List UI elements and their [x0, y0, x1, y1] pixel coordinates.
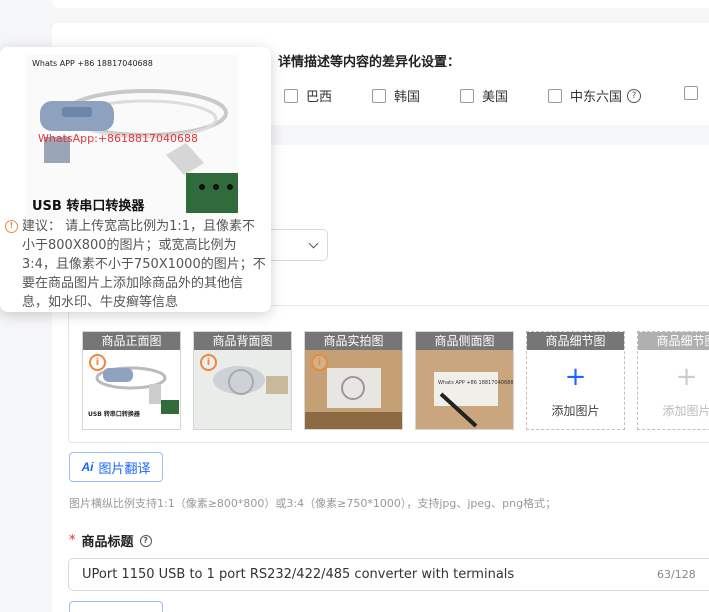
- checkbox-middle-east[interactable]: 中东六国 ?: [548, 86, 642, 105]
- slot-label: 商品细节图: [527, 332, 624, 350]
- title-action-button[interactable]: [69, 601, 163, 612]
- image-slot-side[interactable]: 商品侧面图 Whats APP +86 18817040688: [415, 331, 514, 430]
- region-settings-title: 详情描述等内容的差异化设置：: [278, 55, 461, 70]
- svg-text:USB 转串口转换器: USB 转串口转换器: [88, 410, 141, 418]
- top-card: [52, 0, 709, 8]
- image-slot-detail-add[interactable]: 商品细节图 + 添加图片: [526, 331, 625, 430]
- plus-icon: +: [675, 362, 698, 392]
- checkbox-brazil[interactable]: 巴西: [284, 86, 332, 105]
- image-preview-popover: Whats APP +86 18817040688 WhatsApp:+8618…: [0, 47, 271, 312]
- ai-icon: Ai: [81, 460, 94, 474]
- image-translate-label: 图片翻译: [98, 460, 151, 476]
- product-title-input[interactable]: UPort 1150 USB to 1 port RS232/422/485 c…: [68, 558, 709, 591]
- slot-label: 商品实拍图: [305, 332, 402, 350]
- warning-icon[interactable]: i: [89, 354, 106, 371]
- slot-label: 商品侧面图: [416, 332, 513, 350]
- checkbox-label: 巴西: [306, 90, 333, 105]
- image-caption: USB 转串口转换器: [32, 199, 145, 214]
- plus-icon: +: [564, 362, 587, 392]
- slot-label: 商品背面图: [194, 332, 291, 350]
- checkbox-label: 中东六国: [570, 90, 623, 105]
- watermark-text: Whats APP +86 18817040688: [32, 59, 153, 68]
- question-icon[interactable]: ?: [627, 88, 642, 103]
- checkbox-usa[interactable]: 美国: [460, 86, 508, 105]
- checkbox-label: 韩国: [394, 90, 421, 105]
- required-asterisk: *: [69, 533, 76, 548]
- product-title-value[interactable]: UPort 1150 USB to 1 port RS232/422/485 c…: [82, 567, 514, 582]
- warning-icon[interactable]: i: [311, 354, 328, 371]
- checkbox-box[interactable]: [284, 88, 298, 103]
- checkbox-label: 美国: [482, 90, 509, 105]
- warning-icon: !: [5, 220, 18, 233]
- popover-product-image: Whats APP +86 18817040688 WhatsApp:+8618…: [26, 55, 238, 220]
- checkbox-box[interactable]: [548, 88, 562, 103]
- slot-label: 商品正面图: [83, 332, 180, 350]
- watermark-red-text: WhatsApp:+8618817040688: [38, 132, 199, 145]
- product-title-label-text: 商品标题: [81, 535, 134, 550]
- checkbox-box[interactable]: [684, 86, 698, 100]
- add-image-text: 添加图片: [551, 404, 600, 418]
- image-format-hint: 图片横纵比例支持1:1（像素≥800*800）或3:4（像素≥750*1000）…: [69, 497, 557, 510]
- checkbox-korea[interactable]: 韩国: [372, 86, 420, 105]
- add-image-text: 添加图片: [662, 404, 709, 418]
- chevron-down-icon: [308, 238, 319, 249]
- svg-text:Whats APP +86 18817040688: Whats APP +86 18817040688: [438, 380, 514, 386]
- image-slot-real-photo[interactable]: 商品实拍图 i: [304, 331, 403, 430]
- image-slot-detail-add-disabled: 商品细节图 + 添加图片: [637, 331, 709, 430]
- image-advice-text: 建议： 请上传宽高比例为1:1，且像素不小于800X800的图片；或宽高比例为3…: [22, 219, 266, 310]
- question-icon[interactable]: ?: [139, 534, 152, 547]
- checkbox-box[interactable]: [372, 88, 386, 103]
- product-title-label: * 商品标题 ?: [69, 531, 152, 550]
- image-slot-back[interactable]: 商品背面图 i: [193, 331, 292, 430]
- image-translate-button[interactable]: Ai 图片翻译: [69, 452, 163, 482]
- warning-icon[interactable]: i: [200, 354, 217, 371]
- checkbox-more[interactable]: [684, 86, 706, 100]
- checkbox-box[interactable]: [460, 88, 474, 103]
- slot-label: 商品细节图: [638, 332, 709, 350]
- image-slot-front[interactable]: 商品正面图 i USB 转串口转换器: [82, 331, 181, 430]
- character-counter: 63/128: [657, 568, 696, 581]
